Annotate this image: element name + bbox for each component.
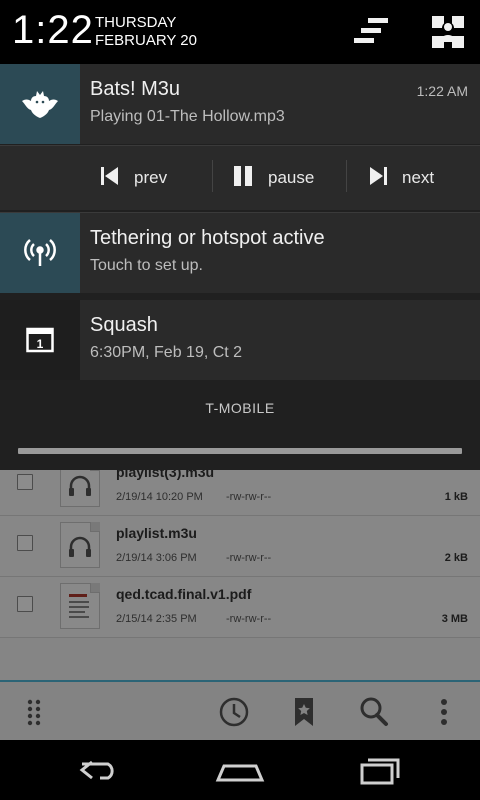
calendar-title: Squash [90, 314, 158, 336]
recents-button[interactable] [350, 750, 410, 790]
next-label: next [402, 168, 435, 187]
tethering-subtitle: Touch to set up. [90, 257, 203, 274]
pause-icon [232, 165, 254, 192]
prev-label: prev [134, 168, 168, 187]
quick-settings-icon[interactable] [428, 12, 468, 52]
media-controls: prev pause next [0, 145, 480, 210]
clock[interactable]: 1:22 [12, 8, 94, 53]
notification-shade: 1:22 THURSDAY FEBRUARY 20 Bats! M3u Play… [0, 0, 480, 470]
calendar-subtitle: 6:30PM, Feb 19, Ct 2 [90, 344, 243, 361]
carrier-label: T-MOBILE [205, 400, 275, 416]
bat-icon [0, 64, 80, 144]
home-icon [215, 764, 265, 782]
media-subtitle: Playing 01-The Hollow.mp3 [90, 108, 285, 125]
next-button[interactable]: next [368, 146, 434, 210]
divider [212, 160, 213, 192]
shade-drag-handle[interactable] [18, 448, 462, 454]
clear-all-icon[interactable] [352, 12, 392, 52]
date-label[interactable]: FEBRUARY 20 [95, 32, 197, 49]
media-notification[interactable]: Bats! M3u Playing 01-The Hollow.mp3 1:22… [0, 64, 480, 144]
calendar-notification[interactable]: 1 Squash 6:30PM, Feb 19, Ct 2 [0, 300, 480, 380]
media-title: Bats! M3u [90, 78, 181, 100]
pause-label: pause [268, 168, 315, 187]
calendar-icon: 1 [0, 300, 80, 380]
divider [346, 160, 347, 192]
skip-next-icon [368, 165, 388, 192]
weekday-label: THURSDAY [95, 14, 177, 31]
back-arrow-icon [79, 760, 114, 780]
media-time: 1:22 AM [416, 83, 468, 99]
tethering-notification[interactable]: Tethering or hotspot active Touch to set… [0, 212, 480, 293]
shade-header: 1:22 THURSDAY FEBRUARY 20 [0, 0, 480, 64]
tethering-title: Tethering or hotspot active [90, 227, 325, 249]
hotspot-icon [0, 213, 80, 293]
prev-button[interactable]: prev [100, 146, 167, 210]
navigation-bar [0, 740, 480, 800]
back-button[interactable] [70, 750, 130, 790]
skip-previous-icon [100, 165, 120, 192]
pause-button[interactable]: pause [232, 146, 314, 210]
home-button[interactable] [210, 750, 270, 790]
calendar-day: 1 [37, 337, 44, 351]
recent-apps-icon [360, 758, 400, 785]
